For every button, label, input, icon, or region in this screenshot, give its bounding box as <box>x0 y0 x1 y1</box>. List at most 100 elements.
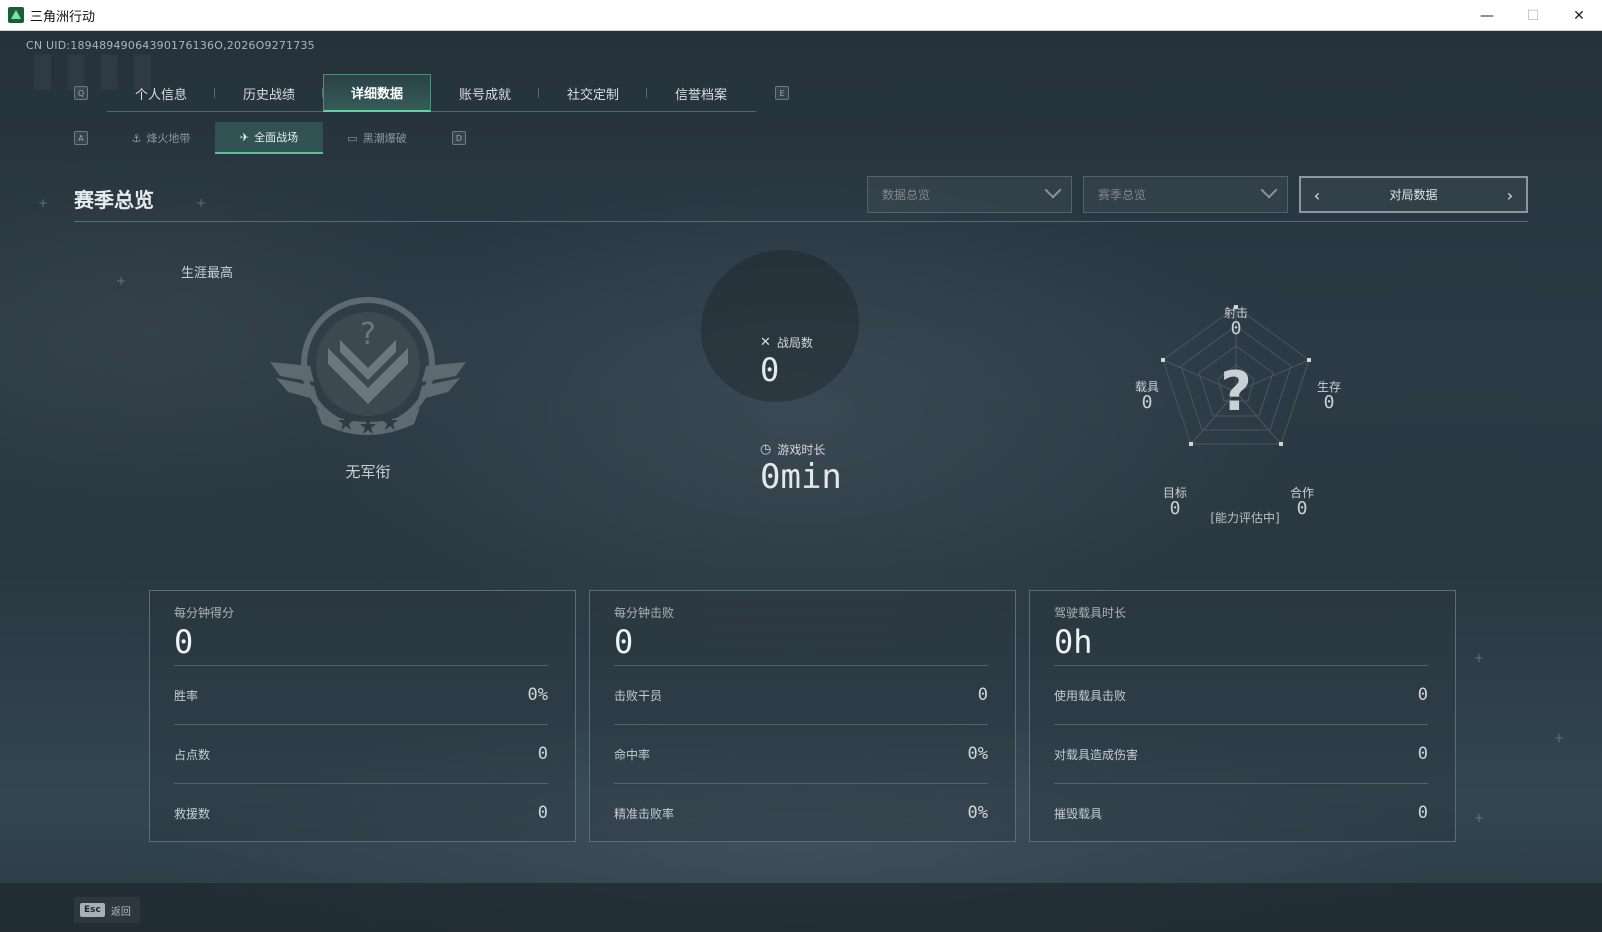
ticket-icon: ▭ <box>347 131 358 145</box>
card-head-label: 每分钟得分 <box>174 606 235 620</box>
radar-value-shooting: 0 <box>1230 318 1242 339</box>
app-logo-icon <box>8 7 24 23</box>
maximize-button[interactable]: ☐ <box>1510 0 1556 31</box>
stat-value: 0 <box>1417 803 1428 823</box>
stat-value: 0 <box>537 744 548 764</box>
footer-bar: Esc 返回 <box>0 883 1602 932</box>
card-head-label: 每分钟击败 <box>614 606 675 620</box>
stat-label: 击败干员 <box>614 688 663 703</box>
crosshair-decoration: + <box>1474 811 1485 825</box>
card-head-label: 驾驶载具时长 <box>1054 606 1127 620</box>
section-title: 赛季总览 <box>74 188 154 212</box>
tab-social-customize[interactable]: 社交定制 <box>539 74 647 112</box>
next-arrow-button[interactable]: › <box>1500 185 1520 205</box>
score-stats-card: 每分钟得分 0 胜率 0% 占点数 0 救援数 0 <box>149 590 576 842</box>
key-hint-a: A <box>74 131 88 145</box>
stat-row: 使用载具击败 0 <box>1054 665 1428 724</box>
playtime-label-group: ◷ 游戏时长 <box>760 441 825 458</box>
subtab-dark-tide-demolition[interactable]: ▭ 黑潮爆破 <box>323 122 431 154</box>
esc-key-hint: Esc <box>80 903 105 917</box>
tab-label: 账号成就 <box>458 87 511 103</box>
window-controls: — ☐ ✕ <box>1464 0 1602 31</box>
stat-label: 使用载具击败 <box>1054 688 1127 703</box>
rank-name: 无军衔 <box>345 463 391 481</box>
key-hint-e: E <box>775 86 789 100</box>
ability-radar: ? 射击 0 生存 0 合作 0 目标 0 载具 0 <box>1123 296 1363 519</box>
clock-icon: ◷ <box>760 442 772 457</box>
stat-value: 0 <box>537 803 548 823</box>
plane-icon: ✈ <box>239 130 250 144</box>
career-highest-label: 生涯最高 <box>181 266 234 281</box>
stat-value: 0 <box>1417 685 1428 705</box>
close-button[interactable]: ✕ <box>1556 0 1602 31</box>
window-titlebar: 三角洲行动 — ☐ ✕ <box>0 0 1602 31</box>
matches-value: 0 <box>760 351 780 389</box>
match-data-selector: ‹ 对局数据 › <box>1299 176 1528 213</box>
stat-row: 击败干员 0 <box>614 665 988 724</box>
stat-label: 占点数 <box>174 747 211 762</box>
crosshair-decoration: + <box>196 196 207 210</box>
back-button[interactable]: Esc 返回 <box>74 897 140 923</box>
dropdown-value: 数据总览 <box>882 188 931 202</box>
prev-arrow-button[interactable]: ‹ <box>1307 185 1327 205</box>
stat-label: 命中率 <box>614 747 651 762</box>
sub-tab-bar: ⚓ 烽火地带 ✈ 全面战场 ▭ 黑潮爆破 <box>107 122 431 154</box>
crosshair-decoration: + <box>116 274 127 288</box>
radar-value-survival: 0 <box>1323 392 1335 413</box>
radar-value-objective: 0 <box>1169 498 1181 519</box>
stat-row: 救援数 0 <box>174 783 548 842</box>
stat-label: 胜率 <box>174 688 199 703</box>
stat-value: 0% <box>527 685 548 705</box>
subtab-label: 黑潮爆破 <box>362 132 407 145</box>
subtab-label: 烽火地带 <box>146 132 191 145</box>
card-head-value: 0h <box>1054 623 1093 661</box>
svg-text:?: ? <box>360 317 376 352</box>
key-hint-d: D <box>452 131 466 145</box>
minimize-button[interactable]: — <box>1464 0 1510 31</box>
matches-label: 战局数 <box>776 336 813 350</box>
section-divider <box>74 221 1528 222</box>
crossed-swords-icon: ✕ <box>760 335 771 350</box>
tab-credit-profile[interactable]: 信誉档案 <box>647 74 755 112</box>
stat-row: 对载具造成伤害 0 <box>1054 724 1428 783</box>
season-overview-dropdown[interactable]: 赛季总览 <box>1083 176 1288 213</box>
kill-stats-card: 每分钟击败 0 击败干员 0 命中率 0% 精准击败率 0% <box>589 590 1016 842</box>
anchor-icon: ⚓ <box>131 131 142 145</box>
rank-emblem-icon: ? <box>270 297 466 435</box>
chevron-down-icon <box>1260 181 1278 199</box>
tab-label: 详细数据 <box>350 87 403 102</box>
tab-label: 历史战绩 <box>242 87 295 103</box>
tab-history-record[interactable]: 历史战绩 <box>215 74 323 112</box>
playtime-value: 0min <box>760 457 842 497</box>
uid-text: CN UID:18948949064390176136O,2026O927173… <box>26 39 315 52</box>
stat-value: 0% <box>967 744 988 764</box>
radar-unknown-mark: ? <box>1220 360 1252 423</box>
stat-label: 救援数 <box>174 806 211 821</box>
stat-value: 0 <box>977 685 988 705</box>
key-hint-q: Q <box>74 86 88 100</box>
crosshair-decoration: + <box>38 196 49 210</box>
window-title: 三角洲行动 <box>30 9 96 25</box>
subtab-hazard-zone[interactable]: ⚓ 烽火地带 <box>107 122 215 154</box>
data-overview-dropdown[interactable]: 数据总览 <box>867 176 1072 213</box>
card-head-value: 0 <box>614 623 634 661</box>
stat-row: 精准击败率 0% <box>614 783 988 842</box>
subtab-label: 全面战场 <box>254 131 299 144</box>
stat-row: 占点数 0 <box>174 724 548 783</box>
vehicle-stats-card: 驾驶载具时长 0h 使用载具击败 0 对载具造成伤害 0 摧毁载具 0 <box>1029 590 1456 842</box>
subtab-full-battlefield[interactable]: ✈ 全面战场 <box>215 122 323 154</box>
crosshair-decoration: + <box>1474 651 1485 665</box>
tab-personal-info[interactable]: 个人信息 <box>107 74 215 112</box>
main-stage: ▮▮▮▮ CN UID:18948949064390176136O,2026O9… <box>0 31 1602 932</box>
stat-value: 0% <box>967 803 988 823</box>
chevron-down-icon <box>1044 181 1062 199</box>
stat-value: 0 <box>1417 744 1428 764</box>
tab-detailed-data[interactable]: 详细数据 <box>323 74 431 112</box>
match-data-label: 对局数据 <box>1389 188 1438 202</box>
stat-row: 摧毁载具 0 <box>1054 783 1428 842</box>
tab-label: 个人信息 <box>134 87 187 103</box>
tab-account-achievements[interactable]: 账号成就 <box>431 74 539 112</box>
back-label: 返回 <box>110 906 131 918</box>
dropdown-value: 赛季总览 <box>1098 188 1147 202</box>
stat-label: 精准击败率 <box>614 806 675 821</box>
